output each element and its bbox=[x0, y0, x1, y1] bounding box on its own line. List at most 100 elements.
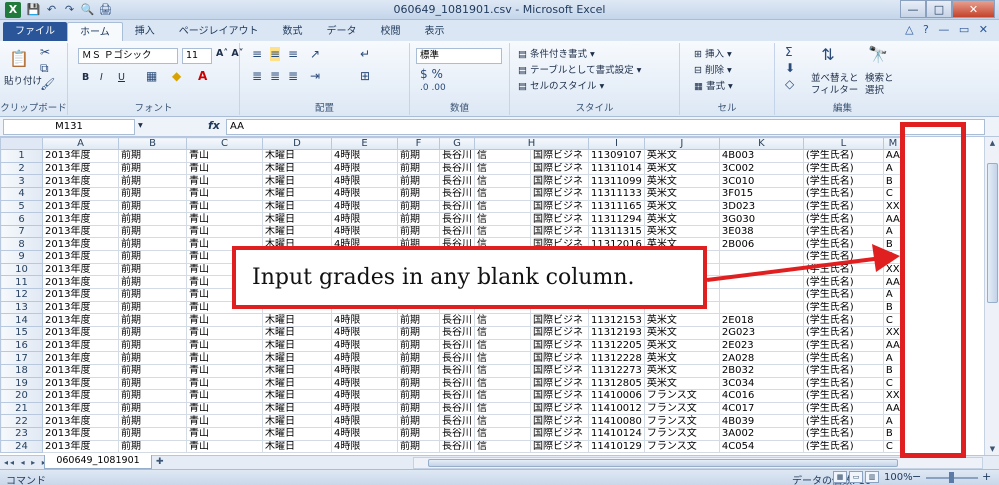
row-header[interactable]: 11 bbox=[0, 275, 43, 290]
horizontal-scrollbar[interactable] bbox=[413, 457, 983, 469]
grid-cell[interactable]: 木曜日 bbox=[262, 149, 332, 163]
grid-cell[interactable]: 前期 bbox=[118, 288, 187, 302]
grid-cell[interactable]: 前期 bbox=[118, 351, 187, 365]
grid-cell[interactable]: 信 bbox=[474, 401, 531, 416]
grid-cell[interactable]: 前期 bbox=[397, 338, 440, 353]
grid-cell[interactable]: 前期 bbox=[118, 300, 187, 315]
grid-cell[interactable]: 3C002 bbox=[718, 161, 804, 176]
row-header[interactable]: 6 bbox=[0, 212, 43, 226]
grid-cell[interactable]: 国際ビジネ bbox=[530, 363, 589, 378]
grid-cell[interactable]: 木曜日 bbox=[262, 338, 332, 353]
grid-cell[interactable]: (学生氏名) bbox=[802, 186, 884, 201]
grid-cell[interactable]: 2013年度 bbox=[42, 439, 119, 454]
grid-cell[interactable]: 国際ビジネ bbox=[530, 174, 589, 188]
row-header[interactable]: 2 bbox=[0, 161, 43, 176]
grid-cell[interactable]: 長谷川 bbox=[439, 414, 475, 429]
grid-cell[interactable]: 信 bbox=[474, 313, 531, 327]
grid-cell[interactable]: 青山 bbox=[186, 212, 263, 226]
column-header-l[interactable]: L bbox=[802, 137, 884, 150]
grid-cell[interactable]: (学生氏名) bbox=[802, 174, 884, 188]
grid-cell[interactable]: 2013年度 bbox=[42, 224, 119, 239]
grid-cell[interactable]: 11311014 bbox=[588, 161, 645, 176]
grid-cell[interactable]: 2013年度 bbox=[42, 427, 119, 441]
row-header[interactable]: 17 bbox=[0, 351, 43, 365]
maximize-button[interactable]: □ bbox=[926, 0, 952, 18]
grid-cell[interactable]: 信 bbox=[474, 389, 531, 403]
grid-cell[interactable]: 信 bbox=[474, 325, 531, 340]
border-icon[interactable]: ▦ bbox=[146, 69, 157, 83]
vertical-scrollbar[interactable]: ▲ ▼ bbox=[984, 137, 999, 455]
grid-cell[interactable]: 11312153 bbox=[588, 313, 645, 327]
grid-cell[interactable]: 3F015 bbox=[718, 186, 804, 201]
grid-cell[interactable]: 前期 bbox=[118, 149, 187, 163]
grid-cell[interactable]: 前期 bbox=[118, 401, 187, 416]
grid-cell[interactable]: 4C054 bbox=[718, 439, 804, 454]
grid-cell[interactable]: 4時限 bbox=[331, 401, 398, 416]
zoom-in-button[interactable]: + bbox=[982, 470, 991, 483]
grid-cell[interactable]: 前期 bbox=[397, 401, 440, 416]
find-select-icon[interactable]: 🔭 bbox=[867, 45, 889, 67]
grid-cell[interactable]: 3E038 bbox=[718, 224, 804, 239]
grid-cell[interactable]: (学生氏名) bbox=[802, 275, 884, 290]
grid-cell[interactable]: 2013年度 bbox=[42, 199, 119, 214]
grid-cell[interactable]: 4時限 bbox=[331, 224, 398, 239]
grid-cell[interactable]: 青山 bbox=[186, 149, 263, 163]
grid-cell[interactable]: 4時限 bbox=[331, 186, 398, 201]
minimize-button[interactable]: — bbox=[900, 0, 926, 18]
grid-cell[interactable]: 青山 bbox=[186, 313, 263, 327]
cut-icon[interactable]: ✂ bbox=[40, 45, 50, 59]
merge-icon[interactable]: ⊞ bbox=[360, 69, 370, 83]
grid-cell[interactable]: (学生氏名) bbox=[802, 199, 884, 214]
grid-cell[interactable]: 11311133 bbox=[588, 186, 645, 201]
column-header-e[interactable]: E bbox=[331, 137, 398, 150]
grid-cell[interactable]: 英米文 bbox=[643, 224, 720, 239]
grid-cell[interactable]: 英米文 bbox=[643, 351, 720, 365]
cell-styles-button[interactable]: ▤ セルのスタイル ▾ bbox=[518, 78, 604, 92]
paste-icon[interactable]: 📋 bbox=[8, 49, 30, 71]
grid-cell[interactable]: 長谷川 bbox=[439, 313, 475, 327]
page-layout-view-icon[interactable]: ▭ bbox=[849, 471, 863, 483]
grid-cell[interactable]: 木曜日 bbox=[262, 325, 332, 340]
grid-cell[interactable]: 信 bbox=[474, 224, 531, 239]
grid-cell[interactable]: 4時限 bbox=[331, 325, 398, 340]
grid-cell[interactable]: 前期 bbox=[118, 186, 187, 201]
grid-cell[interactable]: 木曜日 bbox=[262, 313, 332, 327]
tab-data[interactable]: データ bbox=[315, 22, 369, 41]
row-header[interactable]: 8 bbox=[0, 237, 43, 252]
grid-cell[interactable]: 3C010 bbox=[718, 174, 804, 188]
grid-cell[interactable]: (学生氏名) bbox=[802, 414, 884, 429]
column-header-b[interactable]: B bbox=[118, 137, 187, 150]
grid-cell[interactable]: 信 bbox=[474, 439, 531, 454]
grid-cell[interactable]: 青山 bbox=[186, 427, 263, 441]
grid-cell[interactable]: 2013年度 bbox=[42, 262, 119, 277]
grid-cell[interactable]: 国際ビジネ bbox=[530, 161, 589, 176]
grid-cell[interactable]: 英米文 bbox=[643, 161, 720, 176]
grid-cell[interactable]: 11410006 bbox=[588, 389, 645, 403]
grid-cell[interactable]: 2B032 bbox=[718, 363, 804, 378]
grid-cell[interactable]: 長谷川 bbox=[439, 439, 475, 454]
grid-cell[interactable]: 信 bbox=[474, 199, 531, 214]
grid-cell[interactable]: 前期 bbox=[118, 212, 187, 226]
grid-cell[interactable]: 国際ビジネ bbox=[530, 376, 589, 391]
clear-icon[interactable]: ◇ bbox=[785, 77, 794, 91]
format-cells-button[interactable]: ▦ 書式 ▾ bbox=[694, 78, 733, 92]
grid-cell[interactable]: 2013年度 bbox=[42, 313, 119, 327]
grid-cell[interactable] bbox=[718, 288, 804, 302]
grid-cell[interactable]: 木曜日 bbox=[262, 174, 332, 188]
row-header[interactable]: 24 bbox=[0, 439, 43, 454]
grid-cell[interactable]: 木曜日 bbox=[262, 376, 332, 391]
grid-cell[interactable]: フランス文 bbox=[643, 439, 720, 454]
number-format-combo[interactable]: 標準 bbox=[416, 48, 502, 64]
grid-cell[interactable]: (学生氏名) bbox=[802, 376, 884, 391]
grid-cell[interactable]: 3A002 bbox=[718, 427, 804, 441]
row-header[interactable]: 10 bbox=[0, 262, 43, 277]
grid-cell[interactable]: 11312193 bbox=[588, 325, 645, 340]
scroll-up-icon[interactable]: ▲ bbox=[985, 137, 999, 149]
name-box-dropdown-icon[interactable]: ▾ bbox=[138, 120, 143, 131]
horizontal-scroll-thumb[interactable] bbox=[428, 459, 898, 467]
grid-cell[interactable]: 11309107 bbox=[588, 149, 645, 163]
grid-cell[interactable]: 長谷川 bbox=[439, 401, 475, 416]
bold-button[interactable]: B bbox=[82, 72, 89, 83]
grid-cell[interactable]: 木曜日 bbox=[262, 186, 332, 201]
grid-cell[interactable]: 長谷川 bbox=[439, 427, 475, 441]
